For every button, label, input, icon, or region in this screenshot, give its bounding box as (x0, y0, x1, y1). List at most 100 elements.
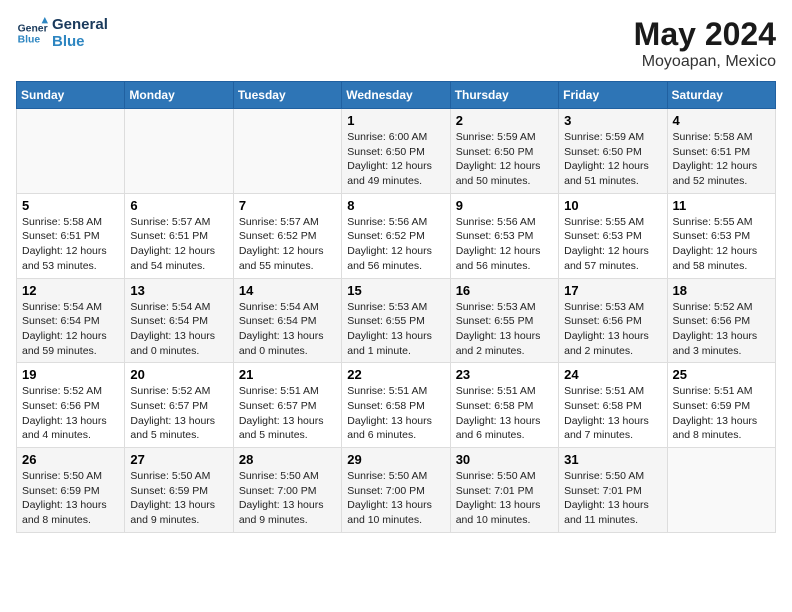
calendar-cell: 17 Sunrise: 5:53 AMSunset: 6:56 PMDayligh… (559, 278, 667, 363)
day-number: 8 (347, 198, 444, 213)
calendar-cell: 6 Sunrise: 5:57 AMSunset: 6:51 PMDaylight… (125, 193, 233, 278)
calendar-cell: 14Sunrise: 5:54 AMSunset: 6:54 PMDayligh… (233, 278, 341, 363)
calendar-cell: 19 Sunrise: 5:52 AMSunset: 6:56 PMDayligh… (17, 363, 125, 448)
logo: General Blue General Blue (16, 16, 108, 50)
calendar-cell: 5 Sunrise: 5:58 AMSunset: 6:51 PMDaylight… (17, 193, 125, 278)
calendar-body: 1 Sunrise: 6:00 AMSunset: 6:50 PMDaylight… (17, 109, 776, 533)
day-info: Sunrise: 5:59 AMSunset: 6:50 PMDaylight:… (456, 130, 553, 189)
calendar-cell: 10Sunrise: 5:55 AMSunset: 6:53 PMDayligh… (559, 193, 667, 278)
calendar-cell: 27 Sunrise: 5:50 AMSunset: 6:59 PMDayligh… (125, 448, 233, 533)
day-info: Sunrise: 5:50 AMSunset: 6:59 PMDaylight:… (22, 469, 119, 528)
header-sunday: Sunday (17, 82, 125, 109)
day-number: 19 (22, 367, 119, 382)
page-subtitle: Moyoapan, Mexico (634, 53, 776, 71)
calendar-cell: 2 Sunrise: 5:59 AMSunset: 6:50 PMDaylight… (450, 109, 558, 194)
header-tuesday: Tuesday (233, 82, 341, 109)
day-info: Sunrise: 5:53 AMSunset: 6:55 PMDaylight:… (456, 300, 553, 359)
day-info: Sunrise: 5:57 AMSunset: 6:51 PMDaylight:… (130, 215, 227, 274)
day-number: 3 (564, 113, 661, 128)
calendar-cell: 24 Sunrise: 5:51 AMSunset: 6:58 PMDayligh… (559, 363, 667, 448)
day-info: Sunrise: 5:58 AMSunset: 6:51 PMDaylight:… (22, 215, 119, 274)
logo-line2: Blue (52, 33, 108, 50)
calendar-cell: 29 Sunrise: 5:50 AMSunset: 7:00 PMDayligh… (342, 448, 450, 533)
day-number: 30 (456, 452, 553, 467)
calendar-cell: 23 Sunrise: 5:51 AMSunset: 6:58 PMDayligh… (450, 363, 558, 448)
day-info: Sunrise: 5:51 AMSunset: 6:58 PMDaylight:… (347, 384, 444, 443)
calendar-cell (667, 448, 775, 533)
svg-text:General: General (18, 23, 48, 34)
header-thursday: Thursday (450, 82, 558, 109)
day-number: 5 (22, 198, 119, 213)
calendar-cell (125, 109, 233, 194)
day-number: 9 (456, 198, 553, 213)
calendar-table: SundayMondayTuesdayWednesdayThursdayFrid… (16, 81, 776, 533)
day-info: Sunrise: 5:50 AMSunset: 6:59 PMDaylight:… (130, 469, 227, 528)
calendar-cell (233, 109, 341, 194)
day-number: 17 (564, 283, 661, 298)
header-wednesday: Wednesday (342, 82, 450, 109)
day-number: 7 (239, 198, 336, 213)
calendar-cell: 7Sunrise: 5:57 AMSunset: 6:52 PMDaylight… (233, 193, 341, 278)
day-info: Sunrise: 5:56 AMSunset: 6:53 PMDaylight:… (456, 215, 553, 274)
day-info: Sunrise: 5:52 AMSunset: 6:56 PMDaylight:… (673, 300, 770, 359)
day-info: Sunrise: 5:55 AMSunset: 6:53 PMDaylight:… (673, 215, 770, 274)
day-number: 2 (456, 113, 553, 128)
calendar-cell: 9 Sunrise: 5:56 AMSunset: 6:53 PMDaylight… (450, 193, 558, 278)
day-info: Sunrise: 5:52 AMSunset: 6:57 PMDaylight:… (130, 384, 227, 443)
day-number: 23 (456, 367, 553, 382)
calendar-cell (17, 109, 125, 194)
calendar-cell: 30Sunrise: 5:50 AMSunset: 7:01 PMDayligh… (450, 448, 558, 533)
day-number: 22 (347, 367, 444, 382)
title-block: May 2024 Moyoapan, Mexico (634, 16, 776, 71)
day-number: 18 (673, 283, 770, 298)
day-info: Sunrise: 5:54 AMSunset: 6:54 PMDaylight:… (22, 300, 119, 359)
day-info: Sunrise: 5:52 AMSunset: 6:56 PMDaylight:… (22, 384, 119, 443)
calendar-cell: 21Sunrise: 5:51 AMSunset: 6:57 PMDayligh… (233, 363, 341, 448)
header-friday: Friday (559, 82, 667, 109)
day-number: 25 (673, 367, 770, 382)
week-row-1: 1 Sunrise: 6:00 AMSunset: 6:50 PMDaylight… (17, 109, 776, 194)
calendar-cell: 11 Sunrise: 5:55 AMSunset: 6:53 PMDayligh… (667, 193, 775, 278)
day-number: 29 (347, 452, 444, 467)
day-info: Sunrise: 5:58 AMSunset: 6:51 PMDaylight:… (673, 130, 770, 189)
day-number: 13 (130, 283, 227, 298)
calendar-cell: 13 Sunrise: 5:54 AMSunset: 6:54 PMDayligh… (125, 278, 233, 363)
page-title: May 2024 (634, 16, 776, 53)
day-info: Sunrise: 5:53 AMSunset: 6:56 PMDaylight:… (564, 300, 661, 359)
day-info: Sunrise: 5:54 AMSunset: 6:54 PMDaylight:… (130, 300, 227, 359)
week-row-2: 5 Sunrise: 5:58 AMSunset: 6:51 PMDaylight… (17, 193, 776, 278)
day-info: Sunrise: 5:51 AMSunset: 6:58 PMDaylight:… (456, 384, 553, 443)
calendar-cell: 26Sunrise: 5:50 AMSunset: 6:59 PMDayligh… (17, 448, 125, 533)
day-info: Sunrise: 5:51 AMSunset: 6:58 PMDaylight:… (564, 384, 661, 443)
header-saturday: Saturday (667, 82, 775, 109)
day-info: Sunrise: 5:50 AMSunset: 7:01 PMDaylight:… (564, 469, 661, 528)
calendar-cell: 4 Sunrise: 5:58 AMSunset: 6:51 PMDaylight… (667, 109, 775, 194)
day-info: Sunrise: 5:51 AMSunset: 6:59 PMDaylight:… (673, 384, 770, 443)
day-info: Sunrise: 5:53 AMSunset: 6:55 PMDaylight:… (347, 300, 444, 359)
header-monday: Monday (125, 82, 233, 109)
calendar-cell: 12 Sunrise: 5:54 AMSunset: 6:54 PMDayligh… (17, 278, 125, 363)
page-header: General Blue General Blue May 2024 Moyoa… (16, 16, 776, 71)
day-info: Sunrise: 5:56 AMSunset: 6:52 PMDaylight:… (347, 215, 444, 274)
calendar-cell: 18 Sunrise: 5:52 AMSunset: 6:56 PMDayligh… (667, 278, 775, 363)
day-info: Sunrise: 5:51 AMSunset: 6:57 PMDaylight:… (239, 384, 336, 443)
day-number: 12 (22, 283, 119, 298)
calendar-cell: 1 Sunrise: 6:00 AMSunset: 6:50 PMDaylight… (342, 109, 450, 194)
day-number: 14 (239, 283, 336, 298)
day-number: 27 (130, 452, 227, 467)
day-info: Sunrise: 5:50 AMSunset: 7:00 PMDaylight:… (347, 469, 444, 528)
calendar-cell: 3Sunrise: 5:59 AMSunset: 6:50 PMDaylight… (559, 109, 667, 194)
calendar-header: SundayMondayTuesdayWednesdayThursdayFrid… (17, 82, 776, 109)
logo-icon: General Blue (16, 17, 48, 49)
day-info: Sunrise: 6:00 AMSunset: 6:50 PMDaylight:… (347, 130, 444, 189)
day-number: 10 (564, 198, 661, 213)
calendar-cell: 16Sunrise: 5:53 AMSunset: 6:55 PMDayligh… (450, 278, 558, 363)
week-row-4: 19 Sunrise: 5:52 AMSunset: 6:56 PMDayligh… (17, 363, 776, 448)
day-number: 31 (564, 452, 661, 467)
day-number: 11 (673, 198, 770, 213)
calendar-cell: 15Sunrise: 5:53 AMSunset: 6:55 PMDayligh… (342, 278, 450, 363)
day-number: 1 (347, 113, 444, 128)
day-number: 24 (564, 367, 661, 382)
day-number: 6 (130, 198, 227, 213)
day-number: 4 (673, 113, 770, 128)
